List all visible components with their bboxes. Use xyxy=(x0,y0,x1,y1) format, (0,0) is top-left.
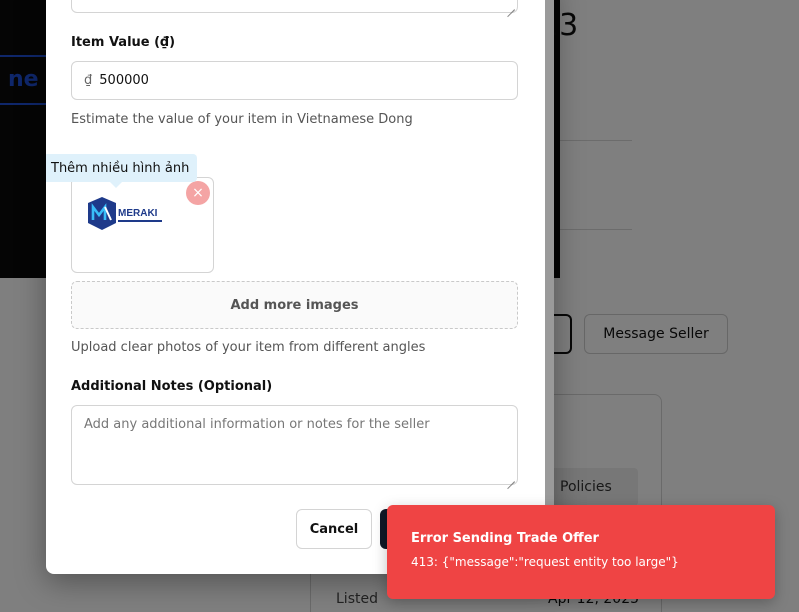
error-toast[interactable]: Error Sending Trade Offer 413: {"message… xyxy=(387,505,775,599)
notes-placeholder: Add any additional information or notes … xyxy=(84,417,430,432)
svg-text:MERAKI: MERAKI xyxy=(118,208,158,219)
add-images-tooltip: Thêm nhiều hình ảnh xyxy=(46,154,198,182)
item-value-label: Item Value (₫) xyxy=(71,35,176,50)
toast-title: Error Sending Trade Offer xyxy=(411,531,599,546)
meraki-logo: MERAKI xyxy=(88,197,162,230)
tooltip-arrow xyxy=(109,181,123,188)
resize-handle-icon[interactable] xyxy=(507,474,515,482)
notes-textarea[interactable]: Add any additional information or notes … xyxy=(71,405,518,485)
description-textarea[interactable] xyxy=(71,0,518,13)
item-value-input[interactable]: ₫ 500000 xyxy=(71,61,518,100)
item-value-help: Estimate the value of your item in Vietn… xyxy=(71,112,413,127)
add-more-images-button[interactable]: Add more images xyxy=(71,281,518,329)
toast-message: 413: {"message":"request entity too larg… xyxy=(411,555,679,569)
item-value-text: 500000 xyxy=(99,73,149,88)
currency-symbol: ₫ xyxy=(84,73,93,88)
modal-scrollbar[interactable] xyxy=(545,0,554,574)
images-help: Upload clear photos of your item from di… xyxy=(71,340,426,355)
cancel-button[interactable]: Cancel xyxy=(296,509,372,549)
trade-offer-modal: Item Value (₫) ₫ 500000 Estimate the val… xyxy=(46,0,554,574)
remove-image-button[interactable]: × xyxy=(186,181,210,205)
resize-handle-icon[interactable] xyxy=(507,2,515,10)
notes-label: Additional Notes (Optional) xyxy=(71,379,273,394)
